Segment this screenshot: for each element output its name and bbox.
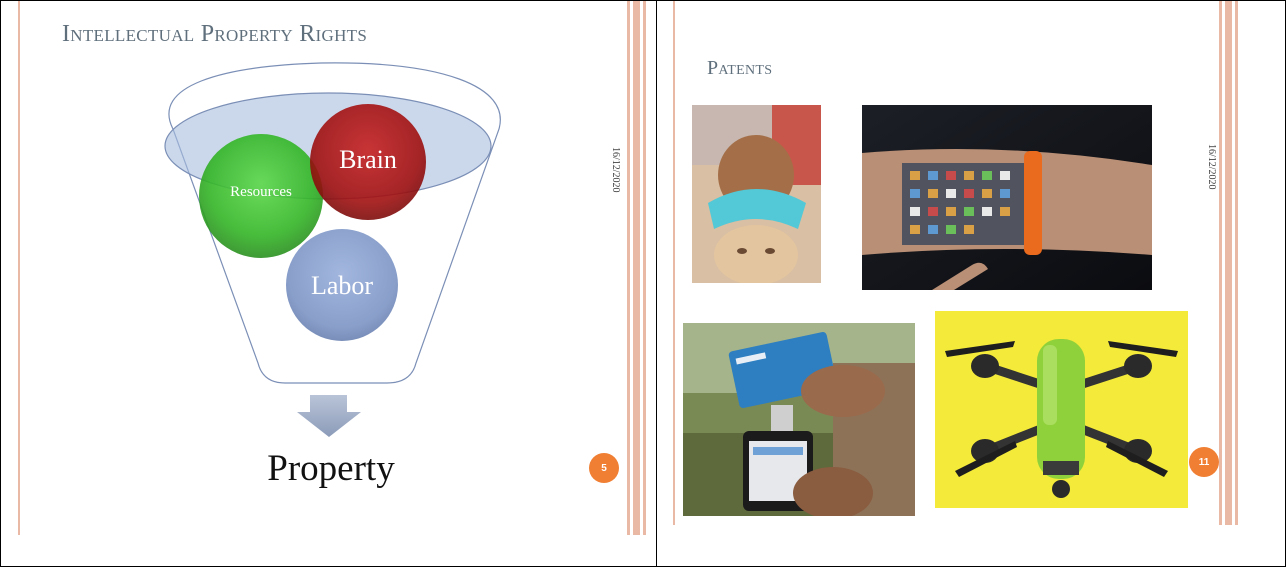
right-margin-line [1219,1,1222,525]
brain-label: Brain [339,145,397,174]
labor-label: Labor [310,271,374,300]
phone-card-reader-photo [683,323,915,516]
arm-projection-smart-band-photo [862,105,1152,290]
green-drone-photo [935,311,1188,508]
slide-patents: Patents 16/12/2020 11 [656,0,1286,567]
slide-title: Patents [707,57,773,79]
slide-date: 16/12/2020 [1206,144,1217,190]
down-arrow-icon [297,395,361,437]
property-label: Property [267,448,395,489]
left-margin-line [673,1,675,525]
resources-label: Resources [230,184,292,200]
right-margin-line-outer [1235,1,1238,525]
right-margin-bar [1225,1,1232,525]
page-number-badge: 11 [1189,447,1219,477]
child-shampoo-visor-photo [692,105,821,283]
slide-intellectual-property: Intellectual Property Rights 16/12/2020 [0,0,656,567]
page-number-badge: 5 [589,453,619,483]
